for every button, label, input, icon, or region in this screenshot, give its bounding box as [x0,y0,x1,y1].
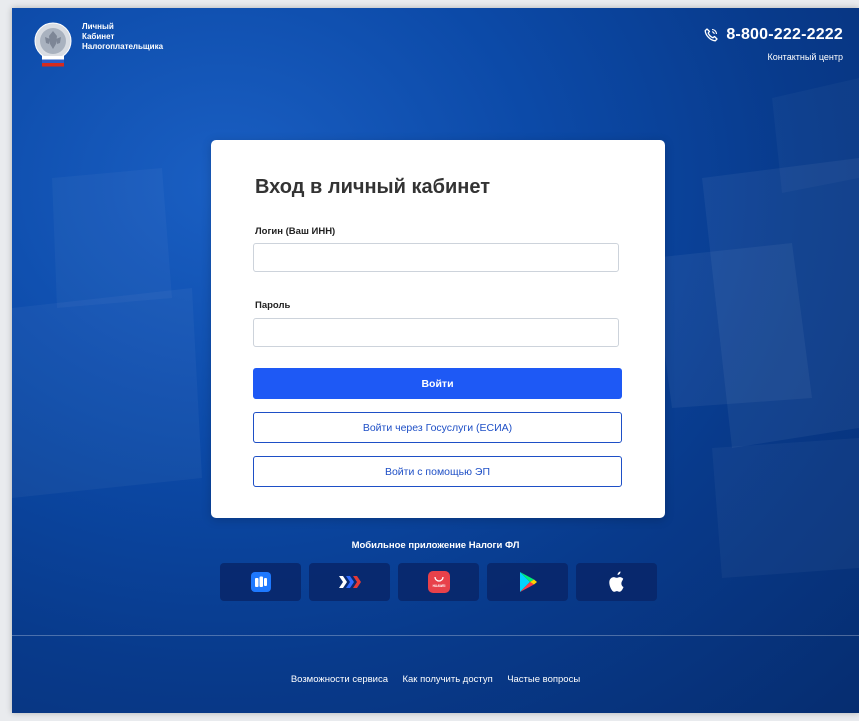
password-label: Пароль [255,300,291,311]
login-title: Вход в личный кабинет [255,176,490,198]
login-label: Логин (Ваш ИНН) [255,226,336,237]
login-button[interactable]: Войти [253,368,622,399]
app-store-button[interactable] [576,563,657,601]
huawei-text: HUAWEI [432,584,445,588]
footer-link-features[interactable]: Возможности сервиса [291,674,388,685]
footer-link-access[interactable]: Как получить доступ [402,674,492,685]
phone-number[interactable]: 8-800-222-2222 [726,26,843,44]
mobile-app-title: Мобильное приложение Налоги ФЛ [351,540,520,551]
rustore-button[interactable] [220,563,301,601]
page-frame: Личный Кабинет Налогоплательщика 8-800-2… [12,8,859,713]
logo-line: Личный [82,22,114,31]
gosuslugi-login-button[interactable]: Войти через Госуслуги (ЕСИА) [253,412,622,443]
huawei-appgallery-icon: HUAWEI [427,571,450,593]
google-play-icon [519,572,537,592]
phone-icon [704,28,718,42]
google-play-button[interactable] [487,563,568,601]
ep-login-button[interactable]: Войти с помощью ЭП [253,456,622,487]
password-input[interactable] [253,318,619,347]
footer-link-faq[interactable]: Частые вопросы [507,674,580,685]
huawei-appgallery-button[interactable]: HUAWEI [398,563,479,601]
contact-center: 8-800-222-2222 Контактный центр [704,26,843,62]
login-card: Вход в личный кабинет Логин (Ваш ИНН) Па… [211,140,665,518]
logo-line: Налогоплательщика [82,42,164,51]
rustore-icon [250,572,271,592]
nashstore-icon [338,576,361,588]
login-input[interactable] [253,243,619,272]
fns-emblem-icon [34,22,72,67]
logo[interactable]: Личный Кабинет Налогоплательщика [34,22,163,68]
footer-divider [12,635,859,636]
logo-text: Личный Кабинет Налогоплательщика [82,22,163,52]
phone-caption: Контактный центр [767,52,843,62]
footer-links: Возможности сервиса Как получить доступ … [12,669,859,687]
phone-row: 8-800-222-2222 [704,26,843,44]
nashstore-button[interactable] [309,563,390,601]
apple-icon [608,571,623,592]
logo-line: Кабинет [82,32,115,41]
